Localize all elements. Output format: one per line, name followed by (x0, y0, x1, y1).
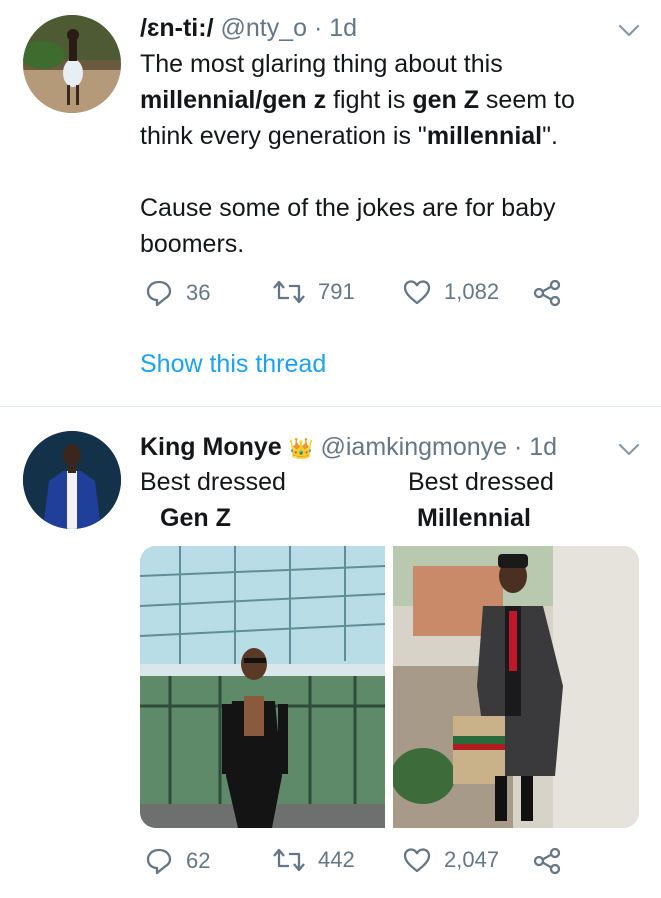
retweet-button[interactable]: 442 (272, 846, 355, 874)
timestamp[interactable]: 1d (329, 14, 357, 42)
share-button[interactable] (532, 846, 562, 876)
display-name[interactable]: /ɛn-ti:/ (140, 14, 214, 42)
caption-right-line1: Best dressed (408, 468, 554, 496)
tweet-text: The most glaring thing about this millen… (140, 46, 640, 262)
separator: · (514, 433, 523, 461)
caption-left-line1: Best dressed (140, 468, 286, 496)
tweet-header: /ɛn-ti:/ @nty_o · 1d (140, 14, 357, 43)
text-line: think every generation is "millennial". (140, 122, 558, 150)
timestamp[interactable]: 1d (529, 433, 557, 461)
share-icon (533, 279, 561, 307)
tweet-actions: 62 442 2,047 (140, 846, 600, 882)
reply-button[interactable]: 62 (144, 846, 210, 876)
tweet-header: King Monye 👑 @iamkingmonye · 1d (140, 433, 557, 462)
share-button[interactable] (532, 278, 562, 308)
heart-icon (403, 280, 431, 305)
heart-icon (403, 848, 431, 873)
caption-left-line2: Gen Z (160, 504, 231, 532)
tweet-1[interactable]: /ɛn-ti:/ @nty_o · 1d The most glaring th… (0, 0, 661, 406)
retweet-count: 442 (318, 847, 355, 872)
handle[interactable]: @iamkingmonye (320, 433, 507, 461)
reply-count: 62 (186, 848, 211, 873)
text-line: Cause some of the jokes are for baby (140, 194, 556, 222)
retweet-icon (273, 280, 305, 304)
separator: · (313, 14, 323, 42)
chevron-down-icon[interactable] (618, 24, 640, 38)
reply-count: 36 (186, 280, 211, 305)
text-line: The most glaring thing about this (140, 50, 503, 78)
text-line: millennial/gen z fight is gen Z seem to (140, 86, 575, 114)
show-thread-link[interactable]: Show this thread (140, 350, 326, 379)
tweet-actions: 36 791 1,082 (140, 278, 600, 314)
like-button[interactable]: 1,082 (402, 278, 499, 306)
like-count: 1,082 (444, 279, 500, 304)
like-count: 2,047 (444, 847, 500, 872)
reply-icon (146, 280, 172, 307)
chevron-down-icon[interactable] (618, 443, 640, 457)
retweet-button[interactable]: 791 (272, 278, 355, 306)
text-line: boomers. (140, 230, 245, 258)
caption-right-line2: Millennial (417, 504, 531, 532)
share-icon (533, 847, 561, 875)
like-button[interactable]: 2,047 (402, 846, 499, 874)
crown-icon: 👑 (288, 438, 314, 460)
reply-icon (146, 848, 172, 875)
reply-button[interactable]: 36 (144, 278, 210, 308)
retweet-count: 791 (318, 279, 355, 304)
avatar[interactable] (23, 15, 121, 113)
media-image-left[interactable] (140, 546, 385, 828)
display-name[interactable]: King Monye (140, 433, 282, 461)
media-image-right[interactable] (393, 546, 639, 828)
retweet-icon (273, 848, 305, 872)
avatar[interactable] (23, 431, 121, 529)
handle[interactable]: @nty_o (220, 14, 307, 42)
